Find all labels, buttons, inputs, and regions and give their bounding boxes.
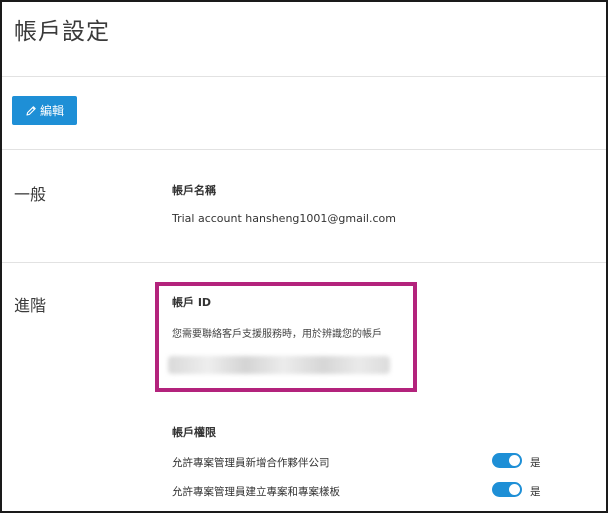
permission-add-partner-value: 是	[530, 457, 541, 469]
account-permissions-label: 帳戶權限	[172, 426, 216, 439]
page-title: 帳戶設定	[14, 19, 110, 45]
permission-create-project-value: 是	[530, 486, 541, 498]
account-name-value: Trial account hansheng1001@gmail.com	[172, 212, 396, 225]
toolbar-divider	[2, 149, 606, 150]
account-id-description: 您需要聯絡客戶支援服務時，用於辨識您的帳戶	[172, 329, 382, 340]
header-divider	[2, 76, 606, 77]
account-settings-panel: 帳戶設定 編輯 一般 帳戶名稱 Trial account hansheng10…	[0, 0, 608, 513]
pencil-icon	[25, 105, 37, 117]
account-id-label: 帳戶 ID	[172, 296, 212, 309]
section-general-label: 一般	[14, 185, 47, 204]
toggle-knob	[509, 484, 520, 495]
section-divider	[2, 262, 606, 263]
edit-button-label: 編輯	[39, 104, 64, 118]
account-id-value-redacted	[168, 356, 390, 374]
edit-button[interactable]: 編輯	[12, 96, 77, 125]
permission-create-project-toggle[interactable]	[492, 482, 522, 497]
account-name-label: 帳戶名稱	[172, 184, 216, 197]
permission-add-partner-label: 允許專案管理員新增合作夥伴公司	[172, 457, 330, 469]
permission-add-partner-toggle[interactable]	[492, 453, 522, 468]
permission-create-project-label: 允許專案管理員建立專案和專案樣板	[172, 486, 340, 498]
toggle-knob	[509, 455, 520, 466]
section-advanced-label: 進階	[14, 296, 47, 315]
